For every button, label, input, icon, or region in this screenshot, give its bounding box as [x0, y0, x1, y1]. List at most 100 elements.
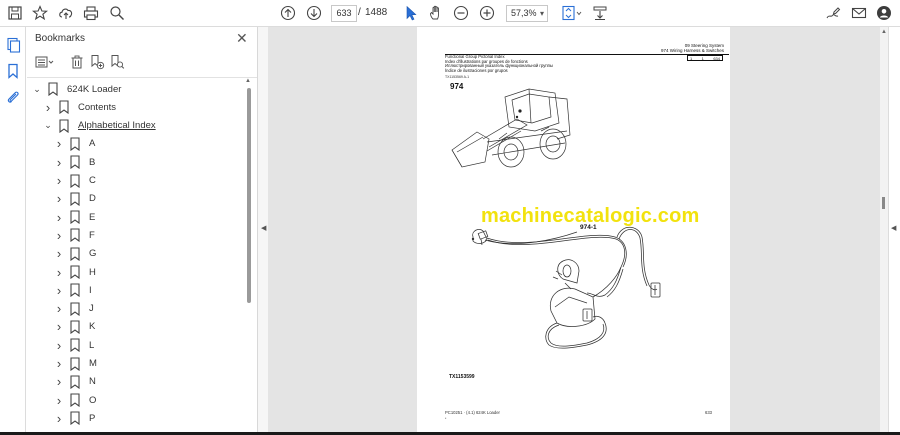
bookmark-label: I — [89, 284, 92, 296]
bookmark-item[interactable]: › I — [54, 281, 92, 299]
sign-icon[interactable] — [824, 4, 842, 22]
document-scrollbar[interactable]: ▲ — [880, 27, 888, 432]
mail-icon[interactable] — [850, 4, 868, 22]
add-bookmark-icon[interactable] — [89, 54, 105, 70]
bookmark-label: B — [89, 156, 96, 168]
expand-panel-arrow-icon[interactable]: ◀ — [891, 224, 896, 232]
bookmark-icon — [69, 302, 81, 316]
chevron-right-icon[interactable]: › — [54, 246, 64, 261]
pages-thumbnails-icon[interactable] — [5, 37, 21, 53]
loader-illustration — [451, 88, 661, 349]
bookmark-icon — [69, 228, 81, 243]
bookmark-item[interactable]: › E — [54, 208, 96, 226]
chevron-down-icon[interactable]: ⌄ — [43, 120, 53, 131]
bookmark-label: M — [89, 358, 97, 369]
scrollbar-thumb[interactable] — [247, 88, 251, 303]
bookmark-item[interactable]: › G — [54, 245, 97, 263]
chevron-right-icon[interactable]: › — [54, 283, 64, 298]
chevron-right-icon[interactable]: › — [54, 393, 64, 408]
find-bookmark-icon[interactable] — [109, 54, 125, 70]
account-icon[interactable] — [875, 4, 893, 22]
chevron-right-icon[interactable]: › — [54, 356, 64, 371]
bookmark-item[interactable]: › A — [54, 135, 96, 153]
page-down-icon[interactable] — [305, 4, 323, 22]
bookmark-item[interactable]: › N — [54, 373, 96, 391]
right-panel-toggle[interactable]: ◀ — [888, 27, 900, 432]
scroll-up-arrow-icon[interactable]: ▲ — [881, 29, 887, 35]
chevron-down-icon[interactable]: ⌄ — [32, 84, 42, 95]
bookmark-item[interactable]: › F — [54, 226, 95, 244]
select-cursor-icon[interactable] — [402, 4, 420, 22]
bookmark-label: H — [89, 266, 96, 278]
fit-page-icon[interactable] — [560, 4, 584, 22]
chevron-right-icon[interactable]: › — [54, 191, 64, 206]
bookmark-icon — [58, 100, 70, 115]
panel-splitter[interactable]: ◀ — [257, 27, 268, 435]
options-menu-icon[interactable] — [35, 54, 55, 70]
bookmark-label: G — [89, 248, 97, 260]
bookmark-icon — [69, 393, 81, 408]
bookmarks-panel-title: Bookmarks — [35, 33, 86, 44]
bookmark-icon — [69, 155, 81, 170]
bookmark-star-icon[interactable] — [31, 4, 49, 22]
collapse-panel-arrow-icon[interactable]: ◀ — [261, 224, 266, 232]
zoom-in-icon[interactable] — [478, 4, 496, 22]
save-icon[interactable] — [6, 4, 24, 22]
bookmark-item[interactable]: › M — [54, 355, 97, 373]
hand-icon[interactable] — [427, 4, 445, 22]
chevron-right-icon[interactable]: › — [43, 100, 53, 115]
page-total: 1488 — [365, 7, 388, 18]
document-view[interactable]: 09 Steering System 974 Wiring Harness & … — [268, 27, 880, 432]
bookmark-item[interactable]: › P — [54, 409, 96, 427]
bookmark-item[interactable]: › Contents — [43, 98, 116, 116]
print-icon[interactable] — [82, 4, 100, 22]
chevron-right-icon[interactable]: › — [54, 265, 64, 280]
pdf-page: 09 Steering System 974 Wiring Harness & … — [417, 27, 730, 432]
bookmark-item[interactable]: › J — [54, 300, 94, 318]
bookmark-icon — [69, 375, 81, 389]
bookmark-label: A — [89, 138, 96, 150]
bookmark-item[interactable]: › L — [54, 336, 94, 354]
chevron-right-icon[interactable]: › — [54, 173, 64, 188]
zoom-out-icon[interactable] — [452, 4, 470, 22]
chevron-right-icon[interactable]: › — [54, 136, 64, 151]
page-number-input[interactable]: 633 — [331, 5, 357, 22]
bookmark-item[interactable]: › D — [54, 190, 96, 208]
bookmark-item[interactable]: › H — [54, 263, 96, 281]
bookmark-label: E — [89, 211, 96, 223]
attachment-icon[interactable] — [5, 89, 21, 105]
chevron-right-icon[interactable]: › — [54, 411, 64, 426]
scroll-mode-icon[interactable] — [591, 4, 609, 22]
bookmark-icon — [69, 356, 81, 371]
bookmark-item[interactable]: › C — [54, 172, 96, 190]
chevron-right-icon[interactable]: › — [54, 301, 64, 316]
scrollbar-thumb[interactable] — [882, 197, 885, 209]
zoom-search-icon[interactable] — [108, 4, 126, 22]
delete-bookmark-icon[interactable] — [69, 54, 85, 70]
bookmark-item[interactable]: ⌄ 624K Loader — [32, 80, 121, 98]
chevron-right-icon[interactable]: › — [54, 210, 64, 225]
bookmark-item[interactable]: › O — [54, 391, 97, 409]
figure-id: TX1153599 — [449, 374, 475, 380]
bookmarks-toolbar — [33, 54, 233, 72]
upload-icon[interactable] — [57, 4, 75, 22]
page-separator: / — [358, 7, 361, 18]
bookmarks-panel-icon[interactable] — [5, 63, 21, 79]
bookmark-item[interactable]: › K — [54, 318, 96, 336]
zoom-level-select[interactable]: 57,3% ▾ — [506, 5, 548, 22]
chevron-right-icon[interactable]: › — [54, 228, 64, 243]
bookmark-label: K — [89, 321, 96, 333]
bookmark-item[interactable]: ⌄ Alphabetical Index — [43, 117, 156, 135]
chevron-right-icon[interactable]: › — [54, 155, 64, 170]
page-up-icon[interactable] — [279, 4, 297, 22]
bookmark-icon — [69, 411, 81, 426]
chevron-right-icon[interactable]: › — [54, 374, 64, 389]
scroll-up-arrow-icon[interactable]: ▲ — [245, 78, 251, 84]
bookmark-tree: ⌄ 624K Loader › Contents ⌄ Alphabetical Index… — [27, 78, 245, 435]
bookmarks-scrollbar[interactable]: ▲ — [245, 78, 251, 430]
close-icon[interactable]: ✕ — [236, 31, 248, 45]
chevron-right-icon[interactable]: › — [54, 338, 64, 353]
chevron-right-icon[interactable]: › — [54, 319, 64, 334]
bookmark-icon — [69, 192, 81, 206]
bookmark-item[interactable]: › B — [54, 153, 96, 171]
